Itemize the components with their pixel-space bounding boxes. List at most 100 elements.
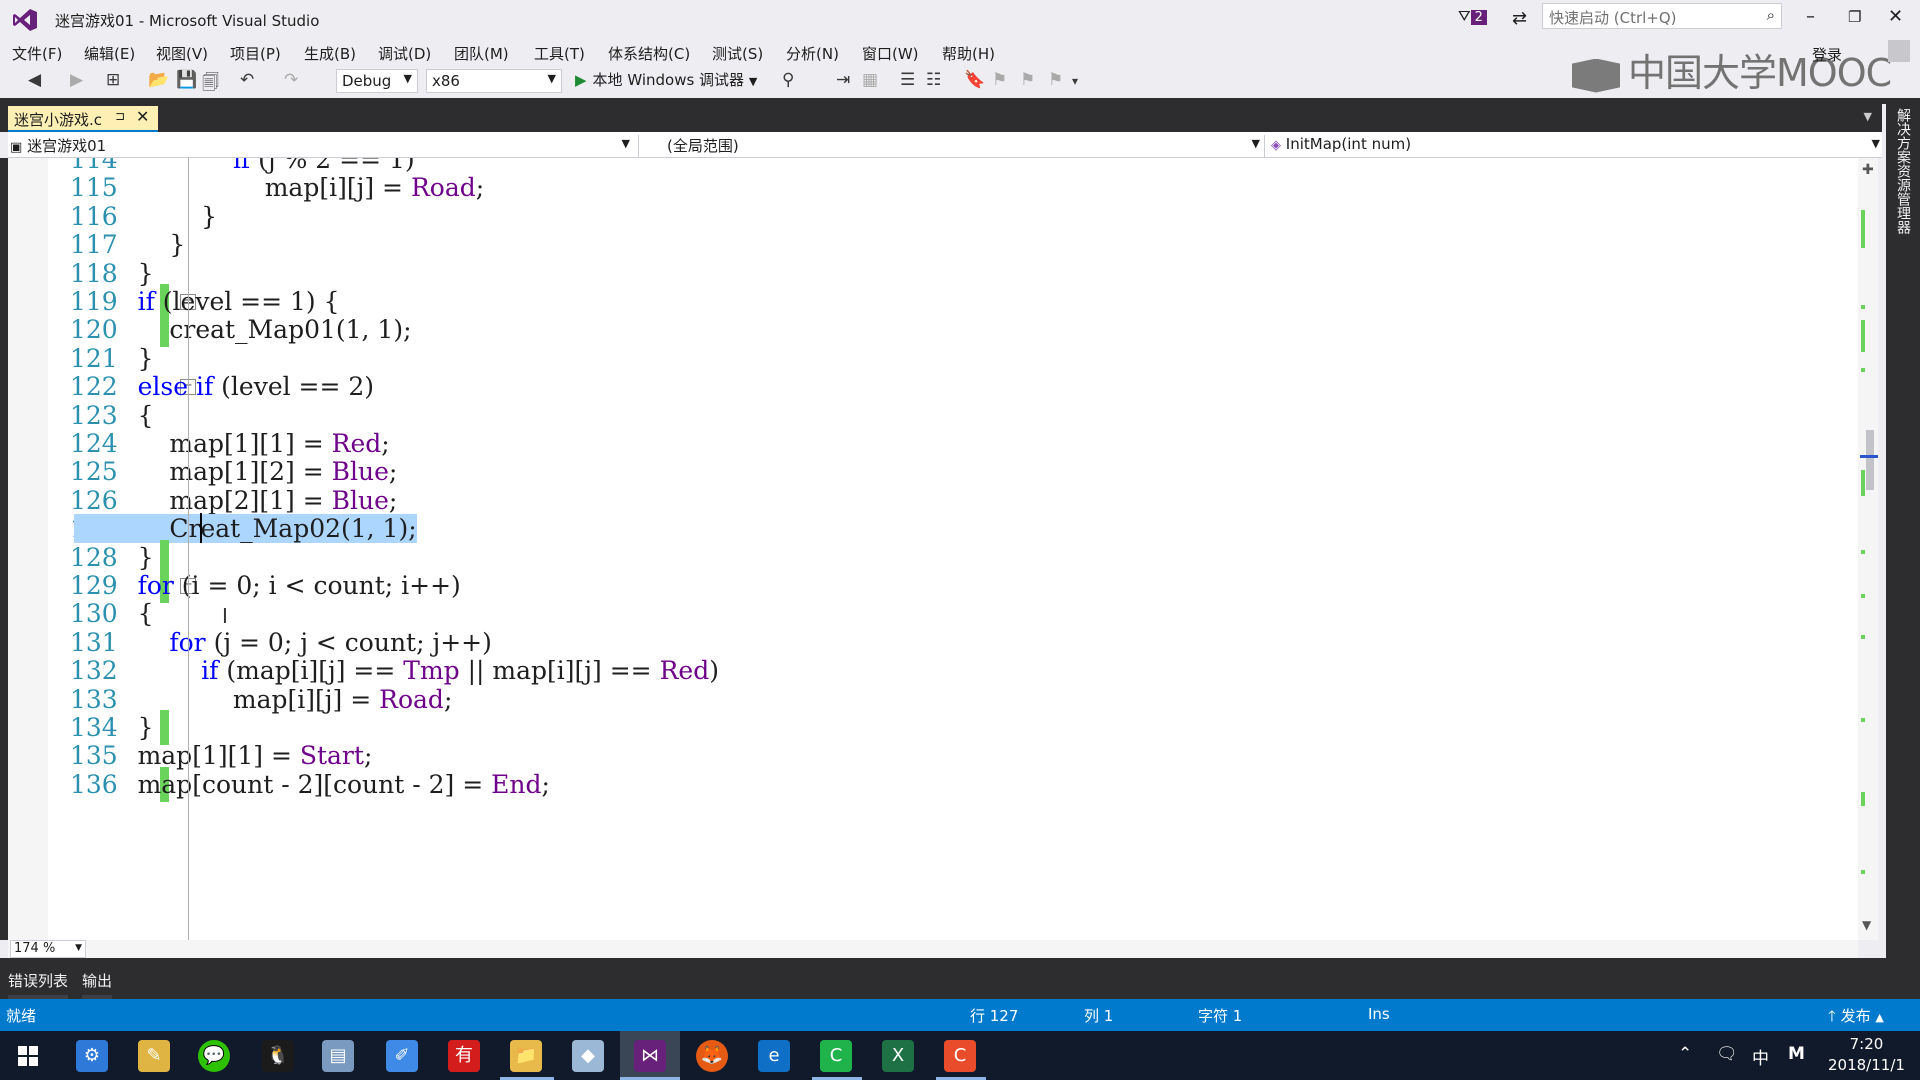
app-files-icon[interactable]: ▤ <box>322 1040 354 1072</box>
scrollbar-thumb[interactable] <box>1866 430 1874 490</box>
app-camtasia-icon[interactable]: C <box>820 1040 852 1072</box>
avatar[interactable] <box>1888 40 1910 62</box>
menu-edit[interactable]: 编辑(E) <box>84 43 135 64</box>
tab-maze-game-c[interactable]: 迷宫小游戏.c ⊐ ✕ <box>8 106 158 132</box>
menu-help[interactable]: 帮助(H) <box>942 43 995 64</box>
close-tab-icon[interactable]: ✕ <box>136 107 149 126</box>
change-marker <box>1861 870 1865 874</box>
system-clock[interactable]: 7:20 2018/11/1 <box>1828 1034 1905 1076</box>
action-center-icon[interactable]: 🗨 <box>1716 1044 1738 1064</box>
app-qq-icon[interactable]: 🐧 <box>262 1040 294 1072</box>
menu-window[interactable]: 窗口(W) <box>862 43 919 64</box>
tab-output[interactable]: 输出 <box>82 970 113 999</box>
clear-bookmarks-icon[interactable]: ⚑ <box>1048 70 1063 90</box>
member-dropdown[interactable]: ◈ InitMap(int num) ▼ <box>1264 135 1882 157</box>
prev-bookmark-icon[interactable]: ⚑ <box>992 70 1007 90</box>
title-bar: 迷宫游戏01 - Microsoft Visual Studio ⛛ 2 ⇄ 快速… <box>0 0 1920 40</box>
app-excel-icon[interactable]: X <box>882 1040 914 1072</box>
window-title: 迷宫游戏01 - Microsoft Visual Studio <box>55 12 320 30</box>
menu-team[interactable]: 团队(M) <box>454 43 509 64</box>
chevron-down-icon: ▼ <box>621 137 630 150</box>
menu-project[interactable]: 项目(P) <box>230 43 281 64</box>
minimize-button[interactable]: – <box>1806 6 1815 27</box>
status-line: 行 127 <box>970 1007 1019 1025</box>
ime-indicator[interactable]: 中 <box>1752 1044 1769 1069</box>
configuration-select[interactable]: Debug ▼ <box>336 69 418 93</box>
app-tool-icon[interactable]: ✎ <box>138 1040 170 1072</box>
app-youdao-icon[interactable]: 有 <box>448 1040 480 1072</box>
platform-select[interactable]: x86 ▼ <box>426 69 562 93</box>
zoom-select[interactable]: 174 % ▼ <box>10 940 86 958</box>
menu-tools[interactable]: 工具(T) <box>534 43 585 64</box>
tray-chevron-up-icon[interactable]: ⌃ <box>1678 1044 1692 1064</box>
caret-position-marker <box>1860 455 1878 458</box>
project-dropdown[interactable]: ▣ 迷宫游戏01 ▼ <box>10 135 632 157</box>
change-marker <box>1861 635 1865 639</box>
login-link[interactable]: 登录 <box>1812 44 1842 65</box>
start-debugging-button[interactable]: ▶ 本地 Windows 调试器 ▼ <box>575 69 757 90</box>
tab-error-list[interactable]: 错误列表 <box>8 970 69 999</box>
quick-launch-input[interactable]: 快速启动 (Ctrl+Q) ⌕ <box>1542 3 1782 29</box>
app-edge-icon[interactable]: e <box>758 1040 790 1072</box>
horizontal-scrollbar[interactable] <box>98 944 1838 954</box>
notifications-button[interactable]: ⛛ 2 <box>1458 7 1487 25</box>
restore-button[interactable]: ❐ <box>1848 8 1861 26</box>
chevron-down-icon: ▼ <box>1251 137 1260 150</box>
forward-icon[interactable]: ▶ <box>70 70 83 90</box>
step-icon[interactable]: ⇥ <box>836 70 850 90</box>
code-editor[interactable]: 114 if (j % 2 == 1) 115 map[i][j] = Road;… <box>8 158 1858 940</box>
menu-build[interactable]: 生成(B) <box>304 43 356 64</box>
clock-time: 7:20 <box>1849 1035 1884 1053</box>
app-visual-studio-icon[interactable]: ⋈ <box>634 1040 666 1072</box>
ime-mode-indicator[interactable]: M <box>1788 1044 1805 1064</box>
vertical-scrollbar[interactable] <box>1858 158 1878 940</box>
breakpoint-window-icon[interactable]: ▦ <box>862 70 878 90</box>
menu-view[interactable]: 视图(V) <box>156 43 208 64</box>
menu-debug[interactable]: 调试(D) <box>378 43 431 64</box>
menu-test[interactable]: 测试(S) <box>712 43 763 64</box>
uncomment-icon[interactable]: ☷ <box>926 70 941 90</box>
document-tabs: 迷宫小游戏.c ⊐ ✕ ▼ <box>0 104 1882 132</box>
toolbar-overflow-icon[interactable]: ▾ <box>1072 74 1078 88</box>
next-bookmark-icon[interactable]: ⚑ <box>1020 70 1035 90</box>
redo-icon[interactable]: ↷ <box>284 70 298 90</box>
status-bar: 就绪 行 127 列 1 字符 1 Ins 🡑 发布 ▲ <box>0 999 1920 1031</box>
chevron-down-icon: ▼ <box>403 72 412 85</box>
arrow-up-icon: 🡑 <box>1828 1007 1836 1025</box>
app-file-explorer-icon[interactable]: 📁 <box>510 1040 542 1072</box>
tab-list-dropdown-icon[interactable]: ▼ <box>1864 110 1872 123</box>
app-wechat-icon[interactable]: 💬 <box>198 1040 230 1072</box>
app-baidu-icon[interactable]: ⚙ <box>76 1040 108 1072</box>
app-recorder-icon[interactable]: C <box>944 1040 976 1072</box>
scope-dropdown[interactable]: (全局范围) ▼ <box>638 135 1262 157</box>
menu-analyze[interactable]: 分析(N) <box>786 43 839 64</box>
back-icon[interactable]: ◀ <box>28 70 41 90</box>
comment-icon[interactable]: ☰ <box>900 70 915 90</box>
new-project-icon[interactable]: ⊞ <box>106 70 120 90</box>
app-notes-icon[interactable]: ✐ <box>386 1040 418 1072</box>
split-editor-icon[interactable]: ✚ <box>1862 162 1874 178</box>
editor-bottom-bar: 174 % ▼ <box>8 940 1858 958</box>
change-marker <box>1861 320 1865 352</box>
scroll-down-icon[interactable]: ▼ <box>1862 918 1871 932</box>
solution-explorer-tab[interactable]: 解决方案资源管理器 <box>1893 108 1913 234</box>
save-icon[interactable]: 💾 <box>176 70 197 90</box>
save-all-icon[interactable]: 🗐 <box>202 70 219 99</box>
clock-date: 2018/11/1 <box>1828 1056 1905 1074</box>
bookmark-icon[interactable]: 🔖 <box>964 70 985 90</box>
code-line[interactable]: 136 map[count - 2][count - 2] = End; <box>8 766 1858 802</box>
app-firefox-icon[interactable]: 🦊 <box>696 1040 728 1072</box>
standard-toolbar: ◀ ▶ ⊞ 📂 💾 🗐 ↶ ↷ Debug ▼ x86 ▼ ⚲ ⇥ ▦ ☰ ☷ 🔖 … <box>0 66 1920 96</box>
open-file-icon[interactable]: 📂 <box>148 70 169 90</box>
windows-start-icon[interactable] <box>18 1046 38 1066</box>
feedback-icon[interactable]: ⇄ <box>1512 8 1527 29</box>
pin-icon[interactable]: ⊐ <box>115 109 125 123</box>
menu-file[interactable]: 文件(F) <box>12 43 62 64</box>
find-icon[interactable]: ⚲ <box>782 70 794 90</box>
app-editor-icon[interactable]: ◆ <box>572 1040 604 1072</box>
menu-architecture[interactable]: 体系结构(C) <box>608 43 690 64</box>
undo-icon[interactable]: ↶ <box>240 70 254 90</box>
publish-button[interactable]: 🡑 发布 ▲ <box>1828 1005 1884 1031</box>
close-window-button[interactable]: ✕ <box>1888 6 1903 27</box>
bottom-panel-tabs: 错误列表 输出 <box>0 964 1886 999</box>
